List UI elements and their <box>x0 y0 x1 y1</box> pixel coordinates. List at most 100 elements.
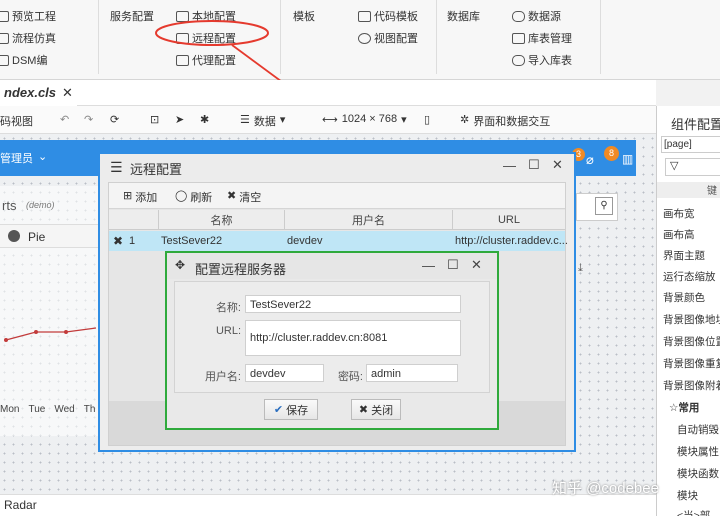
col-user[interactable]: 用户名 <box>285 210 453 230</box>
cog-icon: ✲ <box>460 114 470 126</box>
table-icon <box>512 32 525 44</box>
minimize-icon[interactable]: — <box>422 258 435 273</box>
resize-icon: ⟷ <box>322 114 338 126</box>
local-config-icon <box>176 10 189 22</box>
group-common[interactable]: ☆常用 <box>669 400 699 415</box>
add-button[interactable]: ⊞ 添加 <box>123 189 157 205</box>
refresh-button[interactable]: ◯ 刷新 <box>175 189 212 205</box>
refresh-icon[interactable]: ⟳ <box>110 113 119 126</box>
name-input[interactable]: TestSever22 <box>245 295 461 313</box>
caret-down-icon: ▾ <box>401 114 407 126</box>
ribbon-toolbar: 预览工程 流程仿真 DSM编 服务配置 本地配置 远程配置 代理配置 模板 代码… <box>0 0 720 80</box>
table-row[interactable]: ✖ 1 TestSever22 devdev http://cluster.ra… <box>109 231 568 251</box>
ribbon-remote-config[interactable]: 远程配置 <box>176 30 236 46</box>
sliders-icon: ☰ <box>110 159 123 175</box>
password-input[interactable]: admin <box>366 364 458 382</box>
search-box[interactable]: ⚲ <box>576 193 618 221</box>
col-name[interactable]: 名称 <box>159 210 285 230</box>
prop-row[interactable]: 背景图像重复 <box>663 356 720 371</box>
user-menu[interactable]: 管理员 ⌄ <box>0 150 47 166</box>
maximize-icon[interactable]: ☐ <box>528 157 540 173</box>
redo-icon[interactable]: ↷ <box>84 113 93 126</box>
chevron-down-icon: ⌄ <box>38 151 48 163</box>
key-header: 键 <box>657 182 720 198</box>
ribbon-table-manage[interactable]: 库表管理 <box>512 30 572 46</box>
ribbon-view-config[interactable]: 视图配置 <box>358 30 418 46</box>
undo-icon[interactable]: ↶ <box>60 113 69 126</box>
username-input[interactable]: devdev <box>245 364 324 382</box>
clear-icon: ✖ <box>227 190 237 202</box>
add-icon: ⊞ <box>123 190 133 202</box>
code-view-button[interactable]: 码视图 <box>0 113 33 129</box>
x-axis-days: Mon Tue Wed Th <box>0 404 96 415</box>
pin-icon[interactable]: ⊡ <box>150 113 159 126</box>
charts-title: rts <box>2 198 17 213</box>
close-icon[interactable]: ✕ <box>552 157 563 173</box>
prop-row[interactable]: 界面主题 <box>663 248 705 263</box>
close-x-icon: ✖ <box>358 404 369 416</box>
ribbon-import-tables[interactable]: 导入库表 <box>512 52 572 68</box>
delete-row-icon[interactable]: ✖ <box>113 234 123 248</box>
download-icon[interactable]: ⤓ <box>578 262 583 275</box>
filter-icon[interactable]: ▽ <box>665 158 720 176</box>
url-input[interactable]: http://cluster.raddev.cn:8081 <box>245 320 461 356</box>
col-url[interactable]: URL <box>453 210 565 230</box>
page-selector[interactable]: [page] <box>661 136 720 153</box>
ribbon-proxy-config[interactable]: 代理配置 <box>176 52 236 68</box>
mobile-icon[interactable]: ▯ <box>424 113 430 126</box>
prop-row[interactable]: 自动销毁 <box>677 422 719 437</box>
group-database: 数据库 <box>447 11 480 23</box>
file-tab[interactable]: ndex.cls ✕ <box>0 80 77 106</box>
ribbon-datasource[interactable]: 数据源 <box>512 8 561 24</box>
pie-tab[interactable]: Pie <box>0 224 98 248</box>
component-config-panel: 组件配置 [page] ▽ 键 画布宽 画布高 界面主题 运行态缩放 背景颜色 … <box>656 106 720 516</box>
prop-row[interactable]: <当>部 <box>677 508 710 516</box>
name-label: 名称: <box>215 302 241 314</box>
dialog-titlebar[interactable]: ✥ 配置远程服务器 — ☐ ✕ <box>167 253 497 279</box>
prop-row[interactable]: 模块属性 <box>677 444 719 459</box>
prop-row[interactable]: 背景图像地址 <box>663 312 720 327</box>
data-dropdown[interactable]: ☰ 数据 ▾ <box>240 113 285 129</box>
search-icon[interactable]: ⚲ <box>595 197 613 215</box>
tab-close-icon[interactable]: ✕ <box>62 85 73 101</box>
close-button[interactable]: ✖ 关闭 <box>351 399 401 420</box>
charts-panel: rts (demo) Pie Mon Tue Wed Th <box>0 186 98 436</box>
demo-label: (demo) <box>26 200 55 210</box>
ribbon-local-config[interactable]: 本地配置 <box>176 8 236 24</box>
grid-toolbar: ⊞ 添加 ◯ 刷新 ✖ 清空 <box>109 183 565 209</box>
prop-row[interactable]: 运行态缩放 <box>663 269 716 284</box>
prop-row[interactable]: 画布高 <box>663 227 695 242</box>
send-icon[interactable]: ➤ <box>175 113 184 126</box>
server-config-dialog: ✥ 配置远程服务器 — ☐ ✕ 名称: TestSever22 URL: htt… <box>165 251 499 430</box>
ribbon-dsm[interactable]: DSM编 <box>0 52 47 68</box>
ribbon-code-template[interactable]: 代码模板 <box>358 8 418 24</box>
ribbon-preview-project[interactable]: 预览工程 <box>0 8 56 24</box>
clear-button[interactable]: ✖ 清空 <box>227 189 261 205</box>
url-label: URL: <box>215 325 241 337</box>
trash-icon[interactable]: ▥ <box>622 152 633 166</box>
minimize-icon[interactable]: — <box>503 158 516 173</box>
prop-row[interactable]: 背景图像附着 <box>663 378 720 393</box>
flow-icon <box>0 32 9 44</box>
maximize-icon[interactable]: ☐ <box>447 257 459 273</box>
prop-row[interactable]: 画布宽 <box>663 206 695 221</box>
resolution-dropdown[interactable]: ⟷ 1024 × 768 ▾ <box>322 113 407 126</box>
dialog-titlebar[interactable]: ☰ 远程配置 — ☐ ✕ <box>100 154 574 180</box>
close-icon[interactable]: ✕ <box>471 257 482 273</box>
prop-row[interactable]: 背景颜色 <box>663 290 705 305</box>
prop-row[interactable]: 模块 <box>677 488 698 503</box>
attach-icon[interactable]: ⌀ <box>586 152 594 168</box>
ribbon-process-sim[interactable]: 流程仿真 <box>0 30 56 46</box>
database-icon <box>512 10 525 22</box>
caret-down-icon: ▾ <box>279 114 286 126</box>
preview-icon <box>0 10 9 22</box>
line-chart <box>4 327 97 342</box>
bug-icon[interactable]: ✱ <box>200 113 209 126</box>
save-button[interactable]: ✔ 保存 <box>264 399 318 420</box>
gear-icon <box>358 32 371 44</box>
prop-row[interactable]: 模块函数 <box>677 466 719 481</box>
prop-row[interactable]: 背景图像位置 <box>663 334 720 349</box>
pie-chart-icon <box>8 230 20 242</box>
interaction-button[interactable]: ✲ 界面和数据交互 <box>460 113 550 129</box>
radar-label: Radar <box>4 498 37 512</box>
